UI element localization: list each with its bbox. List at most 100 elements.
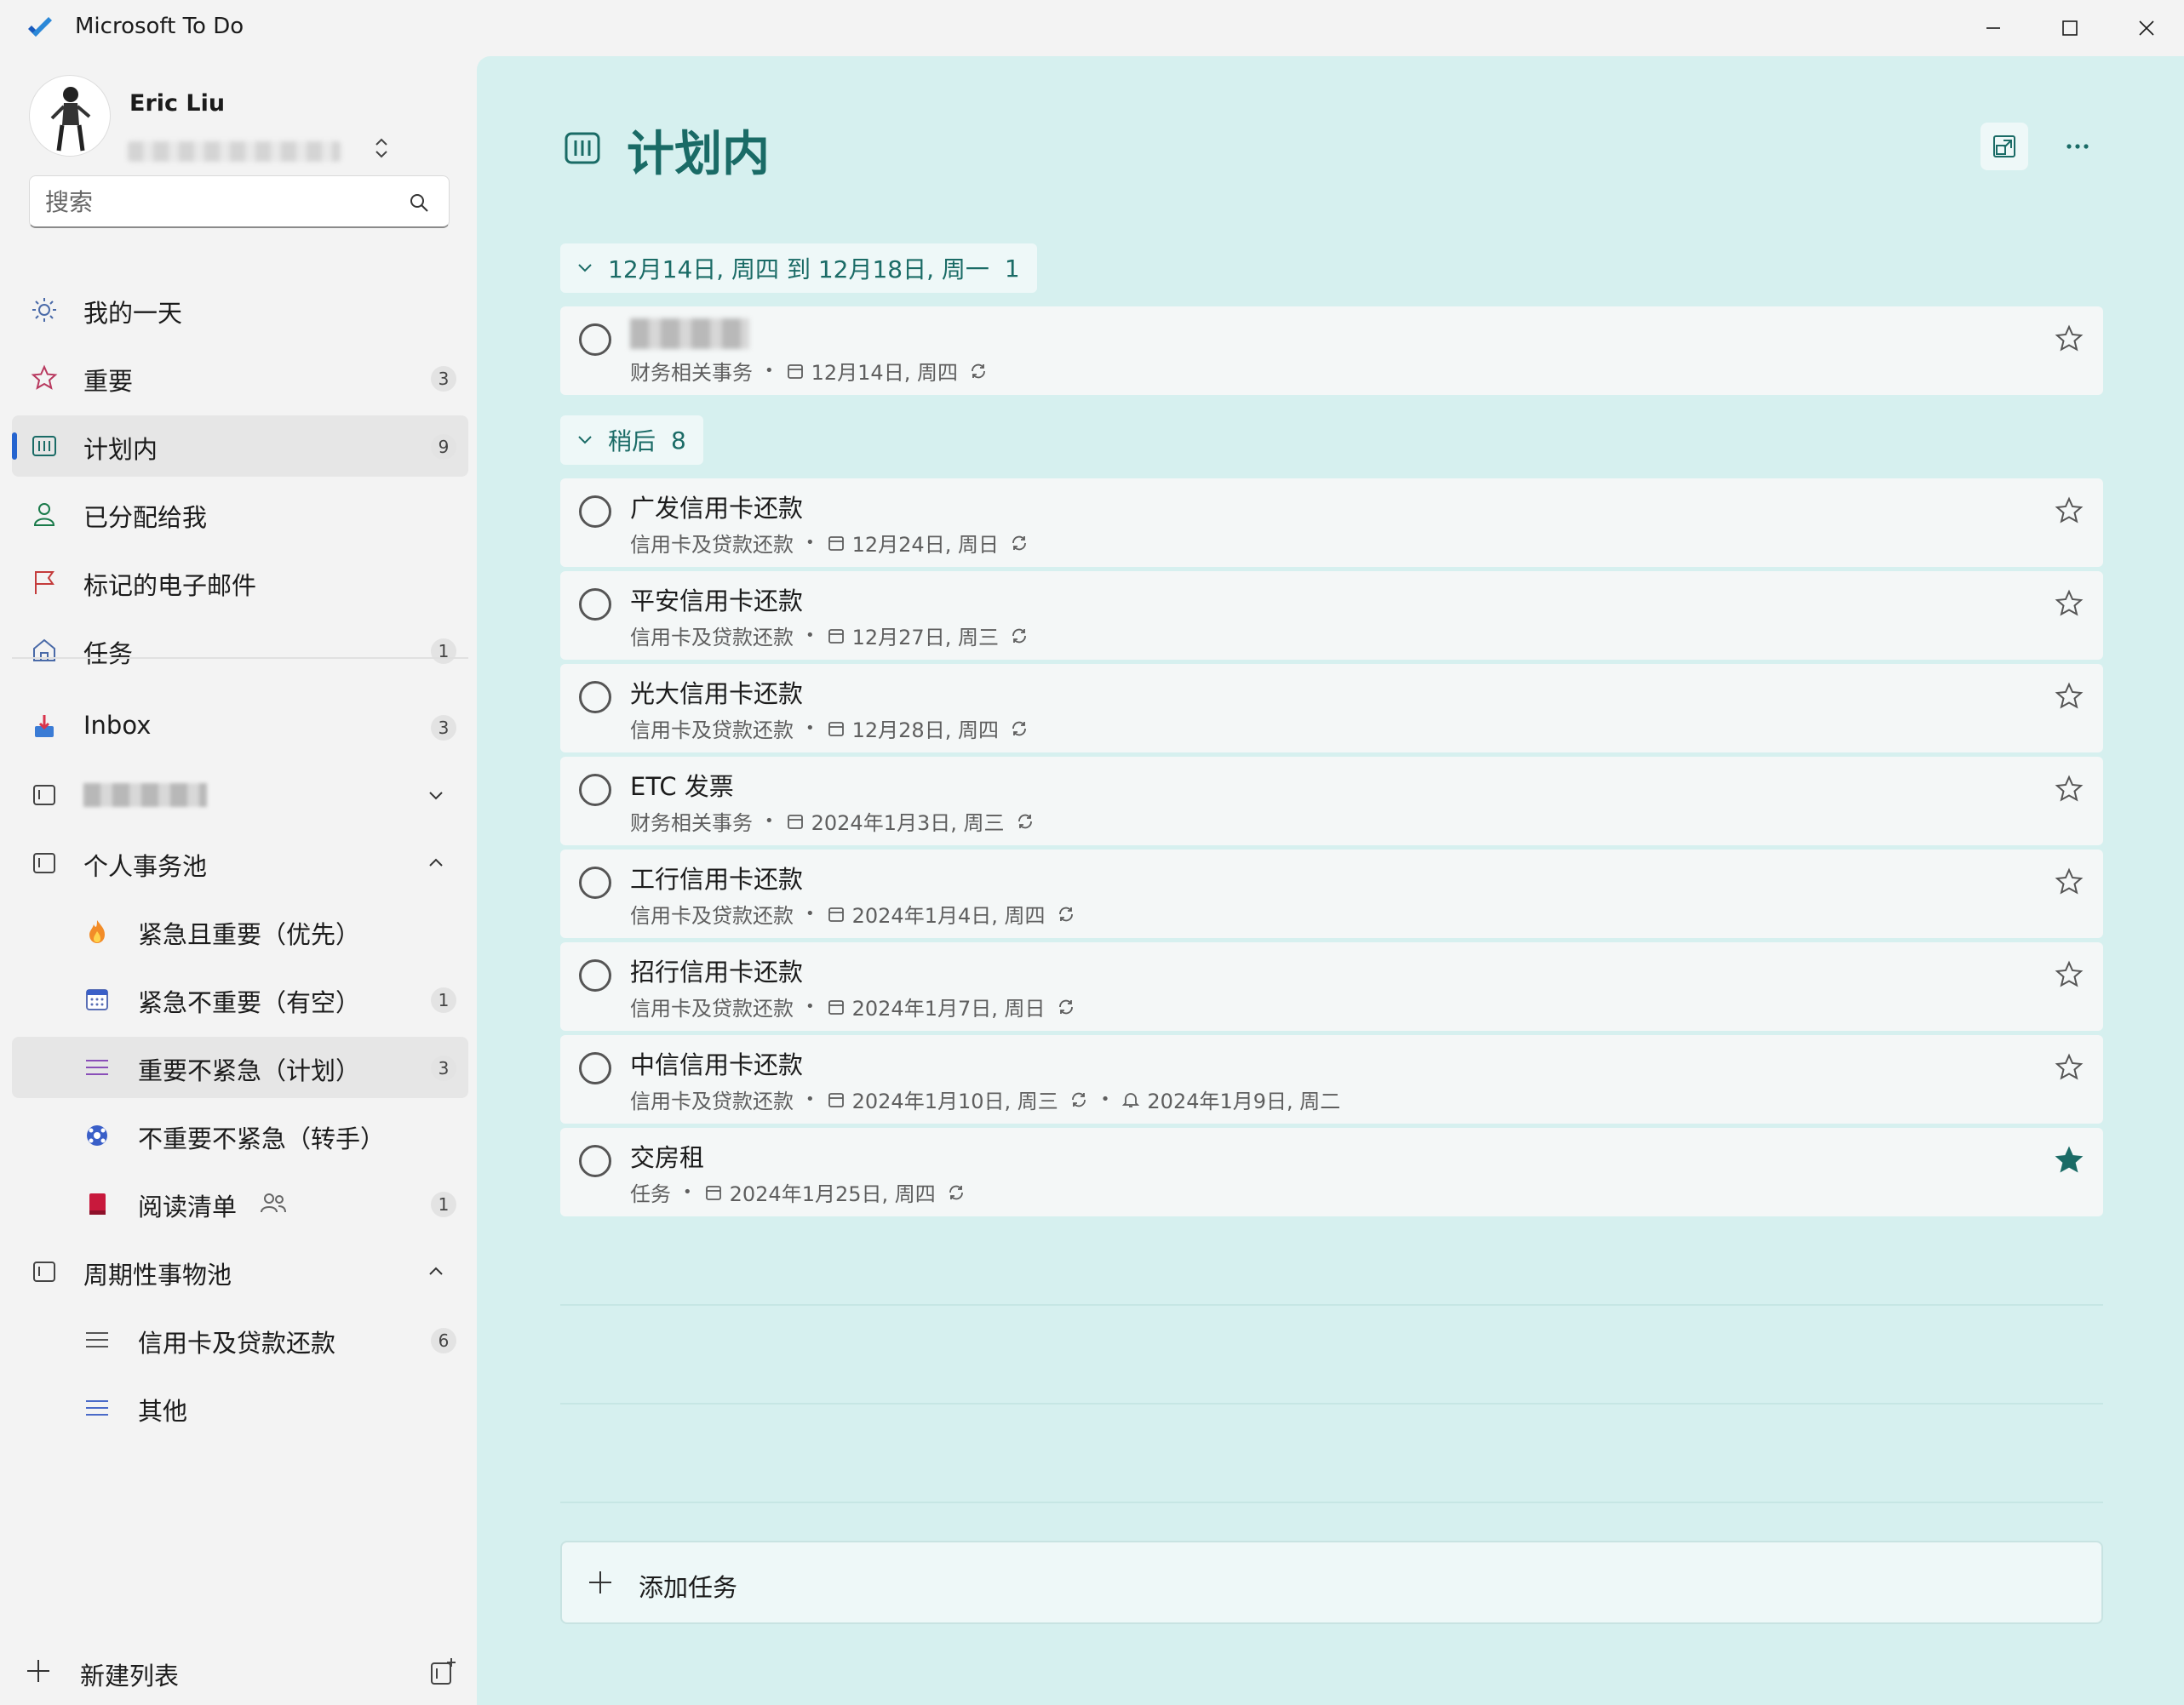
list-urgent-important[interactable]: 紧急且重要（优先） <box>12 901 468 962</box>
group-header-this-week[interactable]: 12月14日, 周四 到 12月18日, 周一 1 <box>560 243 1037 293</box>
group-periodic[interactable]: 周期性事物池 <box>12 1241 468 1302</box>
nav-assigned-to-me[interactable]: 已分配给我 <box>12 483 468 545</box>
star-icon[interactable] <box>2054 867 2084 897</box>
complete-checkbox[interactable] <box>579 495 611 528</box>
chevron-down-icon[interactable] <box>426 785 446 805</box>
group-icon <box>29 780 60 810</box>
close-button[interactable] <box>2108 0 2184 56</box>
group-redacted[interactable] <box>12 764 468 826</box>
star-icon[interactable] <box>2054 1052 2084 1083</box>
star-icon <box>29 363 60 393</box>
task-row[interactable]: 中信信用卡还款 信用卡及贷款还款 • 2024年1月10日, 周三 • 2024… <box>560 1035 2103 1124</box>
search-box[interactable] <box>29 175 450 228</box>
star-icon[interactable] <box>2054 495 2084 526</box>
list-label: 信用卡及贷款还款 <box>138 1329 336 1358</box>
list-important-not-urgent[interactable]: 重要不紧急（计划） 3 <box>12 1037 468 1098</box>
nav-my-day[interactable]: 我的一天 <box>12 279 468 340</box>
complete-checkbox[interactable] <box>579 867 611 899</box>
search-input[interactable] <box>45 185 403 219</box>
complete-checkbox[interactable] <box>579 681 611 713</box>
task-row[interactable]: 工行信用卡还款 信用卡及贷款还款 • 2024年1月4日, 周四 <box>560 850 2103 938</box>
group-icon <box>29 848 60 878</box>
nav-inbox[interactable]: Inbox 3 <box>12 696 468 758</box>
star-filled-icon[interactable] <box>2054 1145 2084 1176</box>
list-lines-icon <box>82 1393 112 1423</box>
list-credit-card[interactable]: 信用卡及贷款还款 6 <box>12 1309 468 1370</box>
task-title: 平安信用卡还款 <box>630 586 804 615</box>
separator-dot: • <box>805 905 815 923</box>
due-date-icon <box>828 721 844 736</box>
more-options-button[interactable] <box>2054 123 2101 170</box>
profile[interactable]: Eric Liu <box>29 75 455 162</box>
empty-row-line <box>560 1403 2103 1405</box>
due-date-icon <box>828 628 844 644</box>
task-due-date: 2024年1月4日, 周四 <box>851 904 1046 928</box>
task-row[interactable]: 交房租 任务 • 2024年1月25日, 周四 <box>560 1128 2103 1216</box>
nav-important[interactable]: 重要 3 <box>12 347 468 409</box>
due-date-icon <box>828 535 844 551</box>
profile-name: Eric Liu <box>129 90 226 117</box>
task-title: 光大信用卡还款 <box>630 679 804 708</box>
task-title: 交房租 <box>630 1143 705 1172</box>
avatar[interactable] <box>29 75 111 157</box>
star-icon[interactable] <box>2054 774 2084 804</box>
nav-flagged-email[interactable]: 标记的电子邮件 <box>12 552 468 613</box>
new-group-icon[interactable] <box>427 1656 458 1687</box>
task-row[interactable]: 平安信用卡还款 信用卡及贷款还款 • 12月27日, 周三 <box>560 571 2103 660</box>
task-meta: 财务相关事务 • 12月14日, 周四 <box>630 356 989 386</box>
group-personal[interactable]: 个人事务池 <box>12 832 468 894</box>
chevron-up-icon[interactable] <box>426 853 446 873</box>
expand-collapse-icon[interactable] <box>370 134 393 162</box>
add-task-box[interactable]: 添加任务 <box>560 1541 2103 1624</box>
complete-checkbox[interactable] <box>579 588 611 621</box>
list-not-important-not-urgent[interactable]: 不重要不紧急（转手） <box>12 1105 468 1166</box>
list-urgent-not-important[interactable]: 紧急不重要（有空） 1 <box>12 969 468 1030</box>
plus-icon <box>589 1571 611 1593</box>
complete-checkbox[interactable] <box>579 774 611 806</box>
minimize-button[interactable] <box>1955 0 2032 56</box>
complete-checkbox[interactable] <box>579 323 611 356</box>
task-due-date: 2024年1月10日, 周三 <box>851 1090 1058 1113</box>
task-list-name: 信用卡及贷款还款 <box>630 904 794 928</box>
separator-dot: • <box>805 998 815 1016</box>
nav-planned[interactable]: 计划内 9 <box>12 415 468 477</box>
task-row[interactable]: 招行信用卡还款 信用卡及贷款还款 • 2024年1月7日, 周日 <box>560 942 2103 1031</box>
task-row[interactable]: 光大信用卡还款 信用卡及贷款还款 • 12月28日, 周四 <box>560 664 2103 752</box>
soccer-ball-icon <box>82 1120 112 1151</box>
nav-label: Inbox <box>83 711 152 740</box>
view-toggle-icon <box>1993 135 2015 157</box>
star-icon[interactable] <box>2054 588 2084 619</box>
task-title: 工行信用卡还款 <box>630 865 804 894</box>
task-row[interactable]: 广发信用卡还款 信用卡及贷款还款 • 12月24日, 周日 <box>560 478 2103 567</box>
complete-checkbox[interactable] <box>579 1145 611 1177</box>
list-lines-icon <box>82 1325 112 1355</box>
group-icon <box>29 1256 60 1287</box>
list-reading[interactable]: 阅读清单 1 <box>12 1173 468 1234</box>
count-badge: 1 <box>431 638 456 664</box>
maximize-button[interactable] <box>2032 0 2108 56</box>
task-row[interactable]: 财务相关事务 • 12月14日, 周四 <box>560 306 2103 395</box>
toggle-view-button[interactable] <box>1981 123 2028 170</box>
star-icon[interactable] <box>2054 681 2084 712</box>
task-meta: 财务相关事务 • 2024年1月3日, 周三 <box>630 806 1035 836</box>
nav-label: 已分配给我 <box>83 503 208 532</box>
repeat-icon <box>1012 535 1026 550</box>
count-badge: 3 <box>431 1056 456 1081</box>
chevron-up-icon[interactable] <box>426 1262 446 1282</box>
person-icon <box>29 499 60 529</box>
group-header-later[interactable]: 稍后 8 <box>560 415 703 465</box>
task-due-date: 2024年1月7日, 周日 <box>851 997 1046 1021</box>
complete-checkbox[interactable] <box>579 959 611 992</box>
sun-icon <box>29 295 60 325</box>
new-list-button[interactable]: 新建列表 <box>0 1638 477 1705</box>
count-badge: 1 <box>431 987 456 1013</box>
complete-checkbox[interactable] <box>579 1052 611 1084</box>
star-icon[interactable] <box>2054 323 2084 354</box>
star-icon[interactable] <box>2054 959 2084 990</box>
search-icon[interactable] <box>408 192 430 214</box>
nav-tasks[interactable]: 任务 1 <box>12 620 468 681</box>
list-label: 其他 <box>138 1397 188 1426</box>
task-row[interactable]: ETC 发票 财务相关事务 • 2024年1月3日, 周三 <box>560 757 2103 845</box>
count-badge: 6 <box>431 1328 456 1353</box>
list-other[interactable]: 其他 <box>12 1377 468 1439</box>
